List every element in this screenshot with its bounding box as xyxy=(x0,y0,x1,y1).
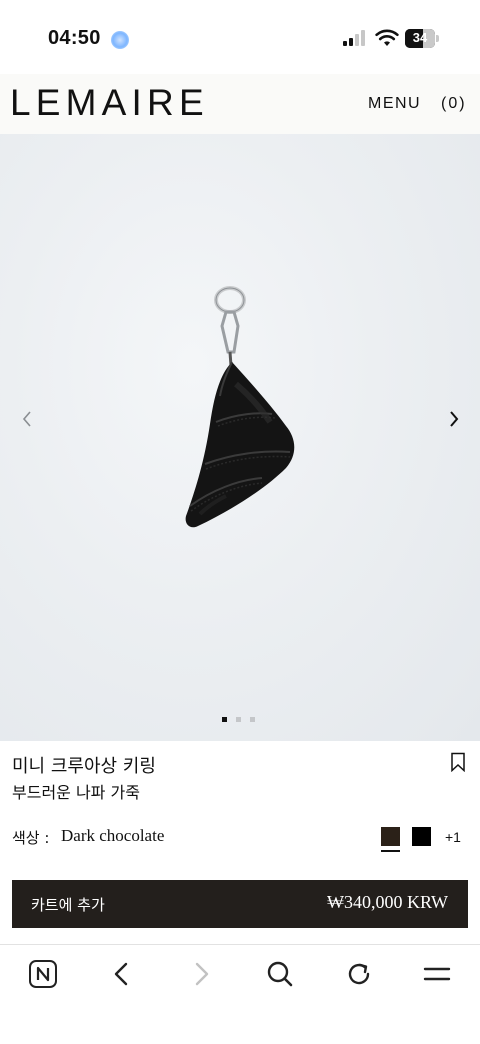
product-image xyxy=(185,286,295,528)
more-colors-link[interactable]: +1 xyxy=(445,829,461,845)
forward-icon[interactable] xyxy=(186,959,216,989)
reload-icon[interactable] xyxy=(344,959,374,989)
bookmark-icon[interactable] xyxy=(450,752,466,772)
swatch-dark-chocolate[interactable] xyxy=(381,827,400,846)
battery-icon: 34 xyxy=(405,29,439,48)
back-icon[interactable] xyxy=(107,959,137,989)
brand-logo[interactable]: LEMAIRE xyxy=(10,82,209,124)
menu-button[interactable]: MENU xyxy=(368,95,421,113)
status-time: 04:50 xyxy=(48,27,101,49)
battery-level: 34 xyxy=(412,30,428,45)
search-icon[interactable] xyxy=(265,959,295,989)
next-image-button[interactable] xyxy=(439,404,469,434)
add-to-cart-label: 카트에 추가 xyxy=(31,896,105,914)
cellular-signal-icon xyxy=(343,30,369,46)
chevron-left-icon xyxy=(22,411,31,427)
product-name: 미니 크루아상 키링 xyxy=(12,756,156,777)
pager-dot[interactable] xyxy=(236,717,241,722)
cart-button[interactable]: (0) xyxy=(441,95,467,113)
image-pager xyxy=(222,717,255,722)
swatch-black[interactable] xyxy=(412,827,431,846)
product-price: ₩340,000 KRW xyxy=(327,892,448,912)
chevron-right-icon xyxy=(450,411,459,427)
status-bar: 04:50 34 xyxy=(0,0,480,74)
pager-dot[interactable] xyxy=(250,717,255,722)
selected-swatch-indicator xyxy=(381,850,400,852)
add-to-cart-button[interactable]: 카트에 추가 ₩340,000 KRW xyxy=(12,880,468,928)
browser-toolbar xyxy=(0,945,480,1044)
product-gallery[interactable] xyxy=(0,134,480,741)
location-indicator-icon xyxy=(111,31,129,49)
pager-dot[interactable] xyxy=(222,717,227,722)
previous-image-button[interactable] xyxy=(12,404,42,434)
naver-icon[interactable] xyxy=(28,959,58,989)
product-material: 부드러운 나파 가죽 xyxy=(12,783,140,802)
color-label: 색상 : xyxy=(12,829,50,847)
color-value: Dark chocolate xyxy=(61,826,165,845)
wifi-icon xyxy=(375,29,399,46)
site-header: LEMAIRE MENU (0) xyxy=(0,74,480,134)
menu-icon[interactable] xyxy=(422,959,452,989)
